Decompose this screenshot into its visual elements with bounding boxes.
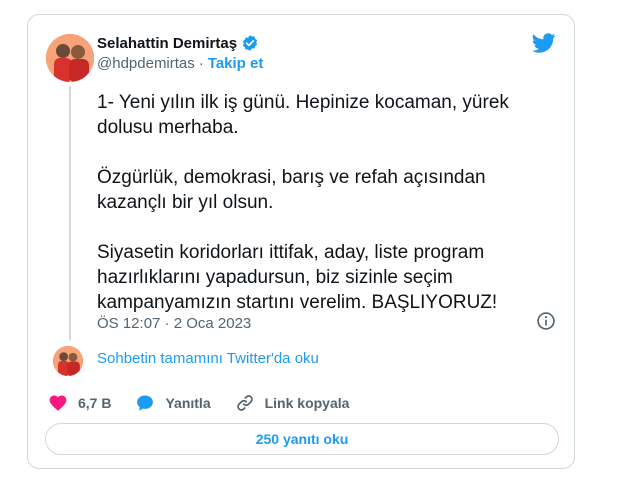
copy-link-button[interactable]: Link kopyala	[235, 393, 350, 413]
reply-button[interactable]: Yanıtla	[135, 393, 211, 413]
author-name[interactable]: Selahattin Demirtaş	[97, 35, 237, 52]
info-icon[interactable]	[536, 311, 556, 331]
handle-separator: ·	[198, 55, 204, 72]
author-name-row[interactable]: Selahattin Demirtaş	[97, 34, 259, 52]
verified-badge-icon	[241, 34, 259, 52]
read-replies-button[interactable]: 250 yanıtı oku	[45, 423, 559, 455]
copy-link-label: Link kopyala	[264, 395, 350, 411]
author-avatar[interactable]	[46, 34, 94, 82]
tweet-timestamp[interactable]: ÖS 12:07 · 2 Oca 2023	[97, 315, 251, 332]
heart-icon	[48, 393, 68, 413]
reply-label: Yanıtla	[165, 395, 211, 411]
follow-link[interactable]: Takip et	[208, 55, 264, 72]
author-handle-row: @hdpdemirtas · Takip et	[97, 55, 263, 72]
thread-avatar[interactable]	[53, 346, 83, 376]
link-icon	[235, 393, 255, 413]
author-handle[interactable]: @hdpdemirtas	[97, 55, 195, 72]
read-thread-link[interactable]: Sohbetin tamamını Twitter'da oku	[97, 350, 319, 367]
tweet-actions-bar: 6,7 B Yanıtla Link kopyala	[48, 393, 373, 413]
tweet-embed-card: Selahattin Demirtaş @hdpdemirtas · Takip…	[27, 14, 575, 469]
like-button[interactable]: 6,7 B	[48, 393, 111, 413]
like-count: 6,7 B	[78, 395, 112, 411]
reply-bubble-icon	[135, 393, 155, 413]
tweet-text: 1- Yeni yılın ilk iş günü. Hepinize koca…	[97, 92, 509, 313]
twitter-bird-icon[interactable]	[531, 31, 556, 55]
thread-connector-line	[69, 86, 71, 340]
